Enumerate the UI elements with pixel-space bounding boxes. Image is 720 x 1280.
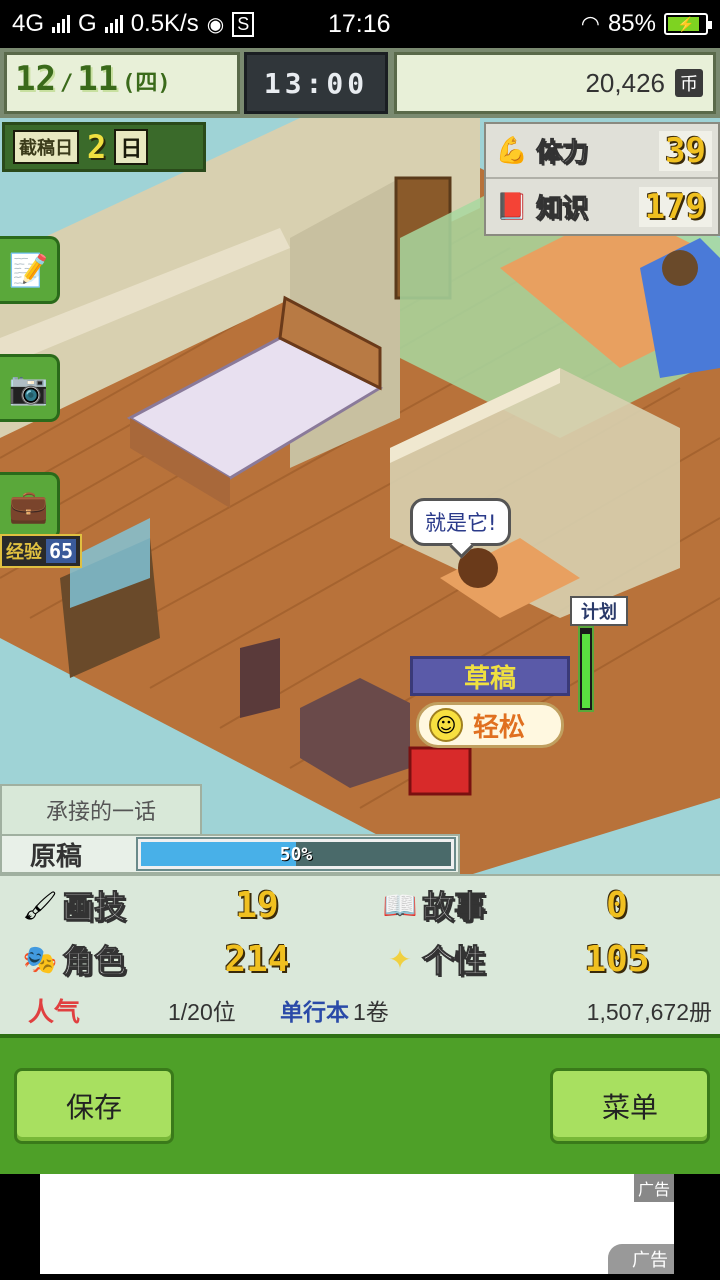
date-display: 12 / 11 (四) <box>4 52 240 114</box>
signal-icon-2 <box>104 15 123 33</box>
ad-banner[interactable]: 广告 广告 <box>40 1174 674 1274</box>
network-speed: 0.5K/s <box>130 10 199 37</box>
volume-label: 单行本 <box>280 999 349 1025</box>
manuscript-row: 原稿 50% <box>0 834 460 874</box>
deadline-unit: 日 <box>114 129 149 165</box>
attr-row: 🖌 画技 19 📖 故事 0 <box>0 878 720 932</box>
stat-name: 知识 <box>536 194 589 225</box>
menu-button[interactable]: 菜单 <box>550 1068 710 1144</box>
game-clock: 13:00 <box>244 52 388 114</box>
progress-text: 50% <box>279 843 313 865</box>
battery-icon: ⚡ <box>664 13 712 35</box>
stat-row-knowledge: 📕 知识 179 <box>486 179 718 234</box>
money-value: 20,426 <box>585 67 665 98</box>
plan-gauge <box>578 626 594 712</box>
experience-value: 65 <box>46 539 77 563</box>
clock: 17:16 <box>328 10 391 38</box>
attr-drawing: 🖌 画技 19 <box>0 878 360 932</box>
smile-icon: ☺ <box>429 708 463 742</box>
ad-label: 广告 <box>633 1174 674 1202</box>
network-label: 4G <box>12 10 45 37</box>
sales-value: 1,507,672册 <box>586 999 712 1025</box>
money-display: 20,426 币 <box>394 52 716 114</box>
mask-icon: 🎭 <box>22 942 58 976</box>
wifi-icon: ◠ <box>580 11 600 36</box>
status-bar: 4G G 0.5K/s ◉ S 17:16 ◠ 85% ⚡ <box>0 0 720 48</box>
currency-icon: 币 <box>675 69 703 97</box>
month: 12 <box>15 59 56 99</box>
ranking-row: 人气 1/20位 单行本 1卷 1,507,672册 <box>0 986 720 1034</box>
work-title: 承接的一话 <box>0 784 202 836</box>
manuscript-progress: 50% <box>136 837 456 871</box>
save-button[interactable]: 保存 <box>14 1068 174 1144</box>
game-scene[interactable]: 截稿日 2 日 💪 体力 39 📕 知识 179 📝 📷 💼 经验 65 就是它… <box>0 118 720 878</box>
ad-badge[interactable]: 广告 <box>608 1244 674 1274</box>
attr-name: 画技 <box>62 888 127 927</box>
volume-value: 1卷 <box>353 999 389 1025</box>
manuscript-label: 原稿 <box>30 841 83 872</box>
speech-bubble: 就是它! <box>410 498 512 546</box>
camera-icon: 📷 <box>8 369 49 407</box>
battery-percent: 85% <box>607 10 656 37</box>
day: 11 <box>77 59 119 99</box>
attr-value: 19 <box>235 884 279 926</box>
sim-icon: S <box>232 11 255 37</box>
camera-button[interactable]: 📷 <box>0 354 60 422</box>
attr-value: 105 <box>584 938 650 980</box>
paint-icon: 🖌 <box>22 888 58 922</box>
mood-indicator: ☺ 轻松 <box>416 702 564 748</box>
stat-value: 179 <box>638 186 712 227</box>
top-hud: 12 / 11 (四) 13:00 20,426 币 <box>0 48 720 118</box>
plan-label: 计划 <box>570 596 628 626</box>
stat-value: 39 <box>659 130 712 171</box>
sparkle-icon: ✦ <box>388 942 412 976</box>
app-notification-icon: ◉ <box>206 13 225 36</box>
muscle-icon: 💪 <box>495 135 529 166</box>
briefcase-button[interactable]: 💼 <box>0 472 60 540</box>
bottom-bar: 保存 菜单 <box>0 1034 720 1174</box>
game-clock-time: 13:00 <box>263 66 369 100</box>
work-attributes: 🖌 画技 19 📖 故事 0 🎭 角色 214 ✦ 个性 105 人气 1/20… <box>0 874 720 1034</box>
attr-value: 0 <box>606 884 628 926</box>
briefcase-icon: 💼 <box>8 487 49 525</box>
stat-row-stamina: 💪 体力 39 <box>486 124 718 179</box>
attr-personality: ✦ 个性 105 <box>360 932 720 986</box>
attr-name: 角色 <box>62 942 127 981</box>
attr-story: 📖 故事 0 <box>360 878 720 932</box>
attr-name: 故事 <box>422 888 487 927</box>
player-stats: 💪 体力 39 📕 知识 179 <box>484 122 720 236</box>
weekday: (四) <box>122 71 171 96</box>
attr-character: 🎭 角色 214 <box>0 932 360 986</box>
experience-label: 经验 <box>6 542 42 563</box>
deadline-label: 截稿日 <box>13 130 79 164</box>
deadline-value: 2 <box>87 128 107 166</box>
attr-value: 214 <box>224 938 290 980</box>
mood-label: 轻松 <box>473 712 526 743</box>
open-book-icon: 📖 <box>382 888 418 922</box>
book-icon: 📕 <box>495 191 529 222</box>
notebook-icon: 📝 <box>8 251 49 289</box>
signal-icon <box>52 15 71 33</box>
deadline-counter: 截稿日 2 日 <box>2 122 206 172</box>
stat-name: 体力 <box>536 138 589 169</box>
experience-tag: 经验 65 <box>0 534 83 568</box>
popularity-label: 人气 <box>28 996 81 1027</box>
game-screen: 4G G 0.5K/s ◉ S 17:16 ◠ 85% ⚡ 12 / 11 (四… <box>0 0 720 1280</box>
current-task: 草稿 <box>410 656 570 696</box>
attr-name: 个性 <box>422 942 487 981</box>
network-label-2: G <box>78 10 97 37</box>
attr-row: 🎭 角色 214 ✦ 个性 105 <box>0 932 720 986</box>
rank-value: 1/20位 <box>168 999 236 1025</box>
notebook-button[interactable]: 📝 <box>0 236 60 304</box>
